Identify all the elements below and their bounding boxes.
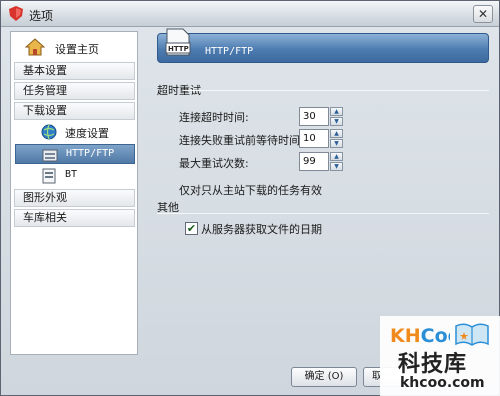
sidebar: 设置主页 基本设置 任务管理 下载设置 速度设置 HTTP/FTP BT 图形外… bbox=[10, 31, 138, 355]
ok-button[interactable]: 确定 (O) bbox=[291, 367, 357, 387]
arrow-down-icon: ▼ bbox=[334, 140, 339, 147]
options-window: 选项 ✕ 设置主页 基本设置 任务管理 下载设置 速度设置 HTTP/FTP B… bbox=[0, 0, 500, 396]
watermark-url: khcoo.com bbox=[400, 375, 485, 391]
server-date-label[interactable]: 从服务器获取文件的日期 bbox=[201, 221, 322, 237]
retry-note: 仅对只从主站下载的任务有效 bbox=[179, 184, 322, 197]
sidebar-item-tasks[interactable]: 任务管理 bbox=[14, 82, 135, 100]
bt-icon bbox=[42, 168, 56, 184]
arrow-up-icon: ▲ bbox=[334, 153, 339, 160]
sidebar-subitem-speed[interactable]: 速度设置 bbox=[15, 122, 135, 142]
retry-wait-down-button[interactable]: ▼ bbox=[330, 139, 343, 148]
max-retries-label: 最大重试次数: bbox=[179, 157, 249, 170]
sidebar-subitem-bt[interactable]: BT bbox=[15, 166, 135, 186]
close-button[interactable]: ✕ bbox=[473, 5, 493, 23]
sidebar-item-download[interactable]: 下载设置 bbox=[14, 102, 135, 120]
sidebar-home-label: 设置主页 bbox=[55, 43, 99, 56]
max-retries-up-button[interactable]: ▲ bbox=[330, 152, 343, 161]
page-banner: HTTP/FTP bbox=[157, 33, 489, 63]
sidebar-item-appearance[interactable]: 图形外观 bbox=[14, 189, 135, 207]
timeout-input[interactable] bbox=[299, 107, 329, 126]
document-icon: HTTP bbox=[165, 28, 191, 56]
title-bar[interactable]: 选项 ✕ bbox=[1, 1, 499, 27]
sidebar-item-garage[interactable]: 车库相关 bbox=[14, 209, 135, 227]
server-icon bbox=[42, 149, 58, 162]
timeout-label: 连接超时时间: bbox=[179, 111, 249, 124]
book-icon bbox=[455, 323, 489, 346]
timeout-stepper[interactable]: ▲ ▼ bbox=[299, 107, 343, 126]
globe-icon bbox=[41, 124, 57, 140]
retry-divider bbox=[183, 90, 489, 91]
window-title: 选项 bbox=[29, 9, 54, 23]
watermark-cn: 科技库 bbox=[398, 352, 468, 377]
retry-wait-up-button[interactable]: ▲ bbox=[330, 129, 343, 138]
other-divider bbox=[157, 213, 489, 214]
timeout-up-button[interactable]: ▲ bbox=[330, 107, 343, 116]
sidebar-subitem-label: BT bbox=[65, 169, 78, 180]
sidebar-item-basic[interactable]: 基本设置 bbox=[14, 62, 135, 80]
checkmark-icon: ✔ bbox=[186, 222, 197, 235]
retry-wait-label: 连接失败重试前等待时间: bbox=[179, 134, 304, 147]
close-icon: ✕ bbox=[477, 7, 489, 21]
sidebar-item-home[interactable]: 设置主页 bbox=[15, 36, 135, 60]
max-retries-input[interactable] bbox=[299, 152, 329, 171]
server-date-checkbox[interactable]: ✔ bbox=[185, 222, 198, 235]
sidebar-subitem-label: 速度设置 bbox=[65, 127, 109, 140]
home-icon bbox=[25, 38, 45, 56]
max-retries-stepper[interactable]: ▲ ▼ bbox=[299, 152, 343, 171]
khcoo-logo: KHCoo bbox=[390, 325, 450, 347]
max-retries-down-button[interactable]: ▼ bbox=[330, 162, 343, 171]
sidebar-subitem-label: HTTP/FTP bbox=[66, 148, 115, 159]
arrow-down-icon: ▼ bbox=[334, 118, 339, 125]
arrow-down-icon: ▼ bbox=[334, 163, 339, 170]
arrow-up-icon: ▲ bbox=[334, 130, 339, 137]
watermark: KHCoo 科技库 khcoo.com bbox=[380, 316, 500, 396]
sidebar-subitem-httpftp[interactable]: HTTP/FTP bbox=[15, 144, 135, 164]
svg-text:HTTP: HTTP bbox=[168, 45, 189, 53]
retry-wait-stepper[interactable]: ▲ ▼ bbox=[299, 129, 343, 148]
settings-panel: HTTP/FTP HTTP 超时重试 连接超时时间: ▲ ▼ 连接失败重试前等待… bbox=[147, 28, 493, 355]
svg-text:KHCoo: KHCoo bbox=[390, 325, 450, 347]
retry-wait-input[interactable] bbox=[299, 129, 329, 148]
timeout-down-button[interactable]: ▼ bbox=[330, 117, 343, 126]
arrow-up-icon: ▲ bbox=[334, 108, 339, 115]
banner-title: HTTP/FTP bbox=[205, 46, 254, 57]
shield-icon bbox=[9, 6, 23, 21]
